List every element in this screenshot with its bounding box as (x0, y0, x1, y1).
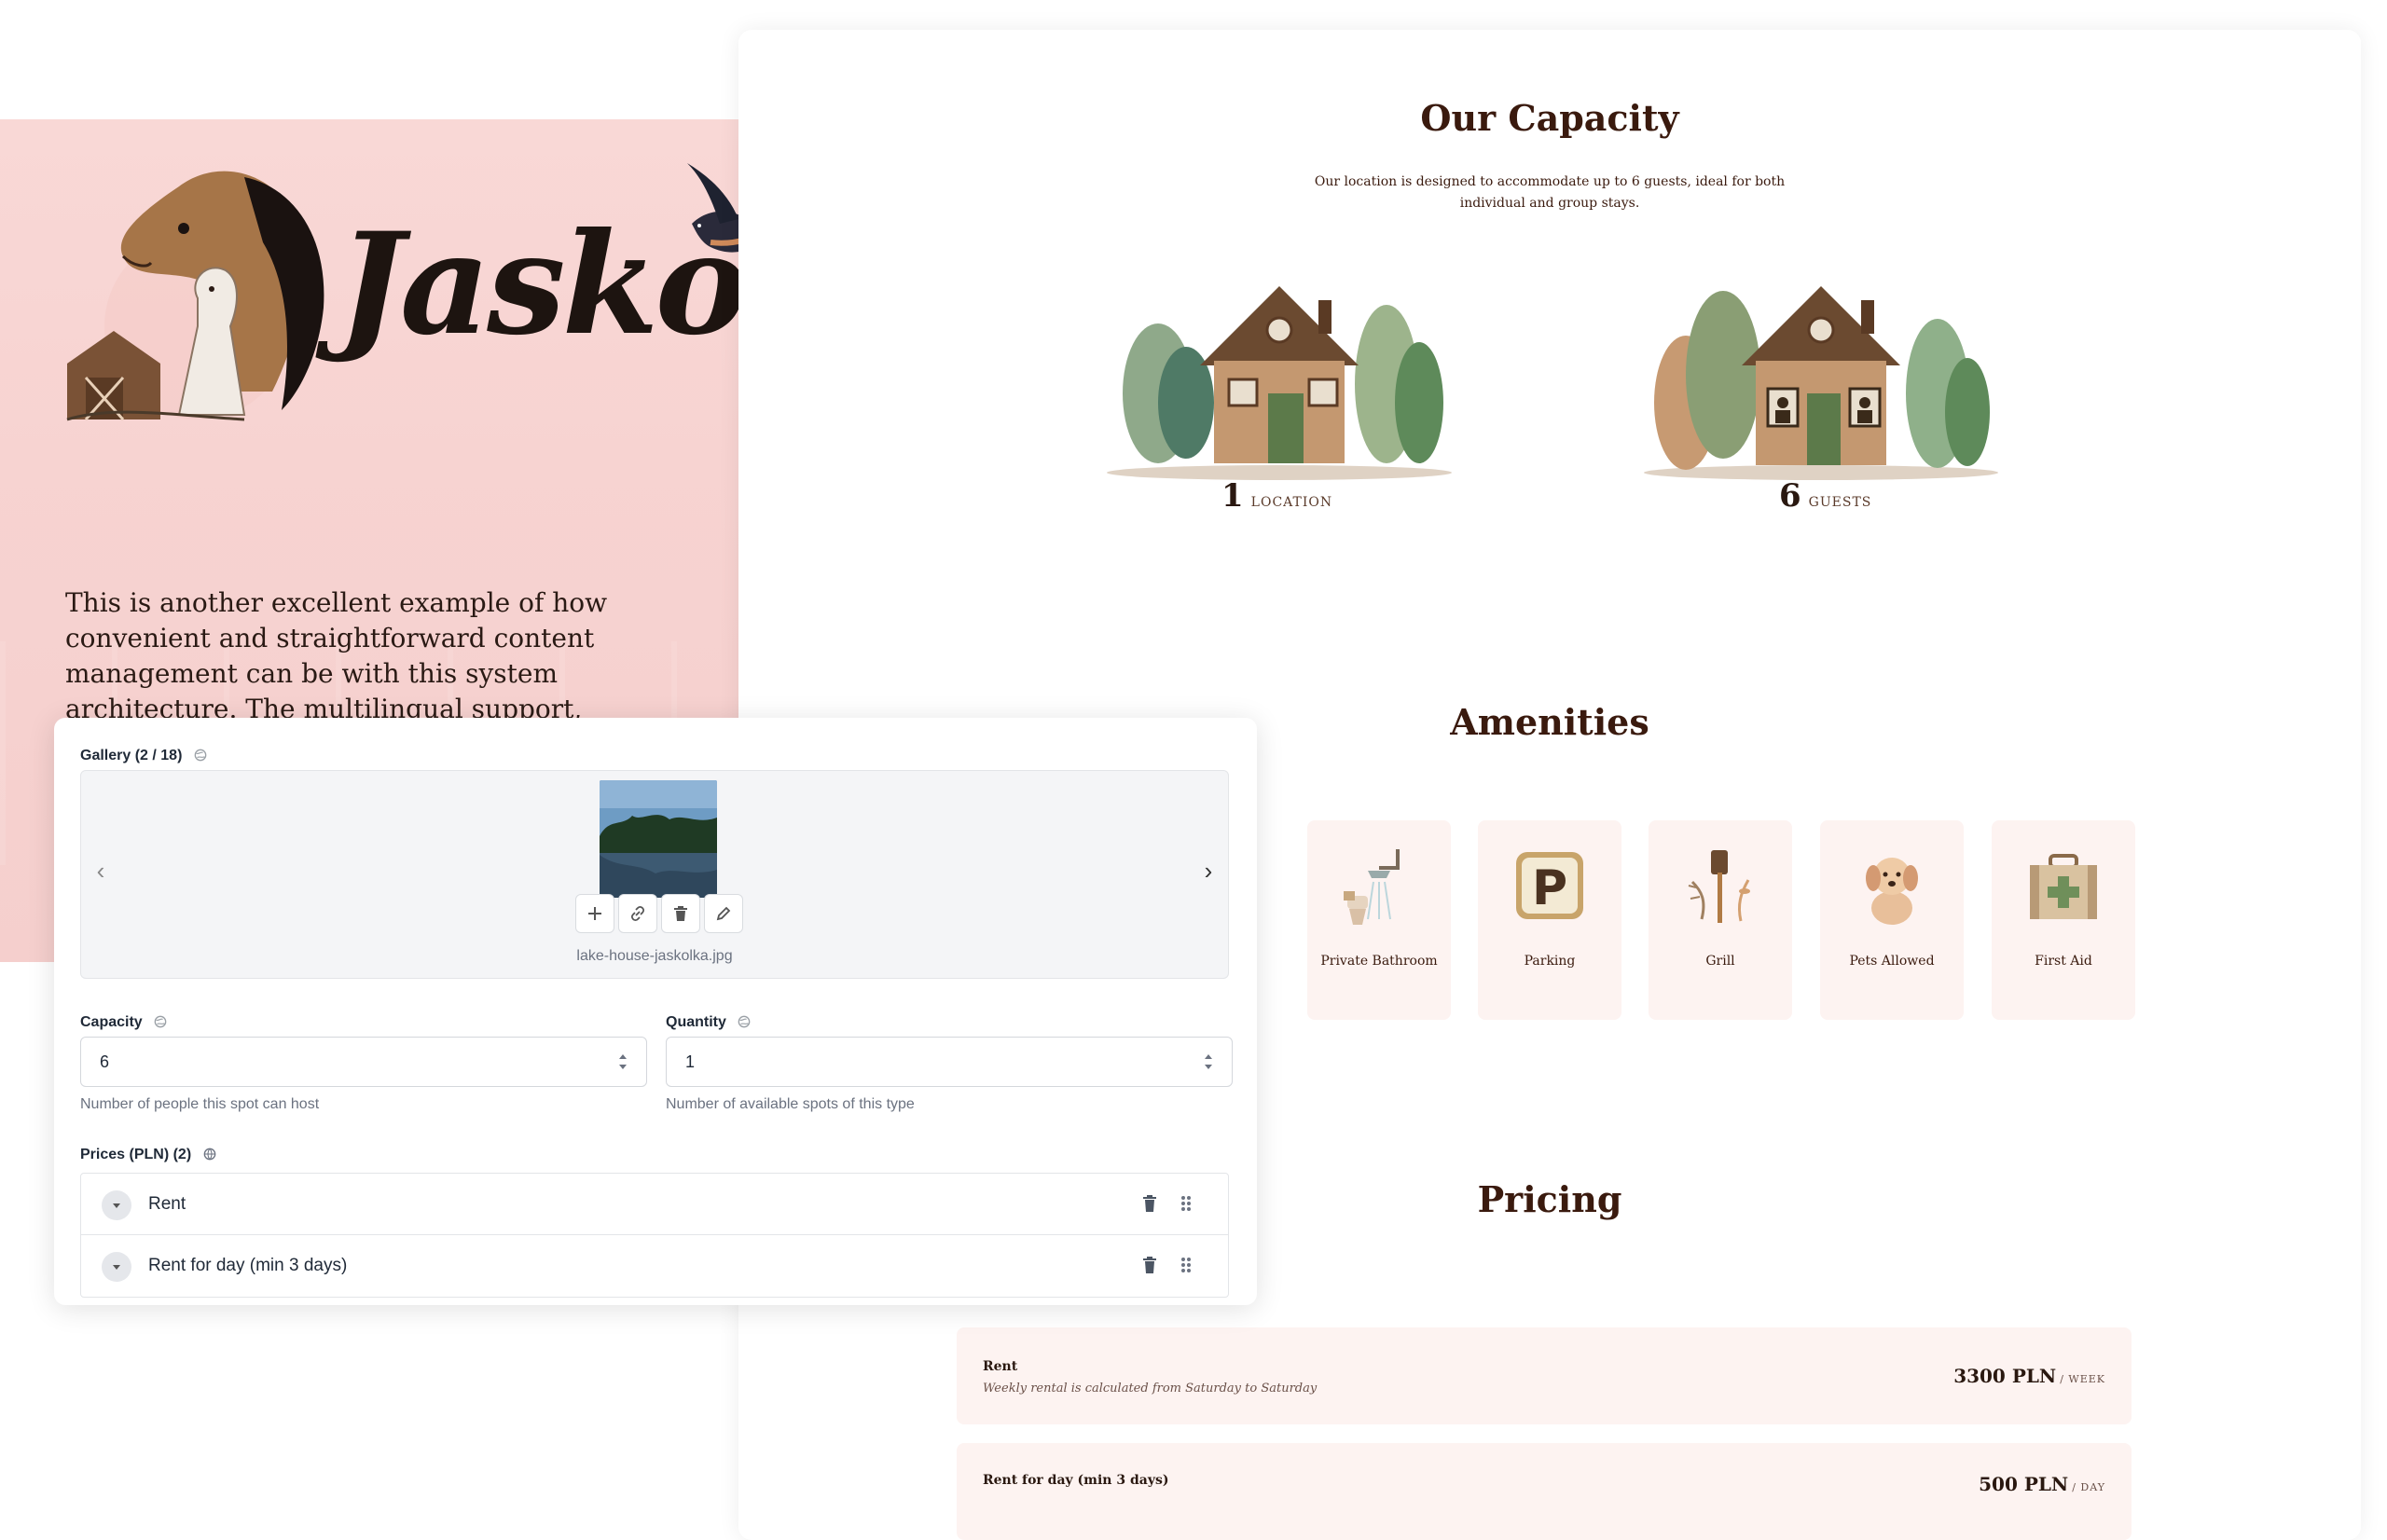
gallery-label-text: Gallery (2 / 18) (80, 748, 183, 763)
capacity-field-label: Capacity (80, 1014, 167, 1031)
expand-chevron-button[interactable] (102, 1190, 131, 1220)
amenity-label: First Aid (2035, 954, 2092, 969)
pricing-row-note: Weekly rental is calculated from Saturda… (983, 1382, 1318, 1396)
amenity-pets-allowed: Pets Allowed (1820, 820, 1964, 1020)
admin-edit-panel: Gallery (2 / 18) ‹ › lake-house-jaskolka… (54, 718, 1257, 1305)
drag-handle-icon[interactable] (1180, 1256, 1193, 1274)
capacity-input[interactable]: 6 (80, 1037, 647, 1087)
chevron-down-icon (113, 1203, 120, 1208)
capacity-stat-guests: 6 GUESTS (1779, 477, 1871, 515)
amenity-label: Private Bathroom (1320, 954, 1438, 969)
quantity-field-label: Quantity (666, 1014, 751, 1031)
amenity-parking: P Parking (1478, 820, 1621, 1020)
gallery-thumbnail[interactable] (600, 780, 717, 898)
prices-label: Prices (PLN) (2) (80, 1147, 216, 1163)
pricing-amount: 500 PLN (1979, 1473, 2069, 1495)
amenity-first-aid: First Aid (1992, 820, 2135, 1020)
grill-spatula-icon (1688, 850, 1750, 923)
quantity-field-label-text: Quantity (666, 1014, 726, 1030)
capacity-stat-location-unit: LOCATION (1250, 495, 1333, 510)
drag-handle-icon[interactable] (1180, 1194, 1193, 1213)
trash-icon (674, 906, 687, 921)
chevron-down-icon (113, 1265, 120, 1270)
capacity-hint: Number of people this spot can host (80, 1096, 320, 1112)
trash-icon[interactable] (1142, 1194, 1157, 1213)
parking-sign-icon: P (1516, 852, 1583, 919)
pricing-row-name: Rent for day (min 3 days) (983, 1473, 1169, 1488)
plus-icon (588, 907, 601, 920)
add-image-button[interactable] (575, 894, 614, 933)
translate-globe-icon[interactable] (738, 1015, 751, 1028)
pencil-icon (716, 906, 731, 921)
logo: Jaskolka (58, 149, 746, 457)
capacity-input-value: 6 (100, 1052, 110, 1071)
gallery-prev-button[interactable]: ‹ (87, 857, 115, 885)
guests-house-illustration (1644, 286, 1998, 480)
link-icon (630, 905, 645, 922)
translate-globe-icon[interactable] (194, 749, 207, 762)
pricing-period: / WEEK (2060, 1373, 2105, 1385)
lake-photo (600, 780, 717, 898)
pricing-period: / DAY (2072, 1481, 2105, 1493)
swallow-bird-icon (687, 163, 746, 253)
capacity-stat-location-value: 1 (1221, 477, 1244, 515)
pricing-row-amount: 3300 PLN / WEEK (1953, 1365, 2105, 1387)
globe-icon[interactable] (203, 1148, 216, 1161)
amenity-grill: Grill (1649, 820, 1792, 1020)
quantity-hint: Number of available spots of this type (666, 1096, 915, 1112)
number-stepper-icon[interactable] (1202, 1051, 1215, 1073)
pricing-row-name: Rent (983, 1359, 1018, 1374)
delete-image-button[interactable] (661, 894, 700, 933)
prices-label-text: Prices (PLN) (2) (80, 1147, 192, 1162)
capacity-title: Our Capacity (1420, 97, 1679, 139)
price-item-label: Rent for day (min 3 days) (148, 1256, 348, 1275)
horse-alpaca-illustration (66, 171, 324, 421)
trash-icon[interactable] (1142, 1256, 1157, 1274)
amenity-label: Parking (1524, 954, 1576, 969)
pricing-amount: 3300 PLN (1953, 1365, 2057, 1387)
pricing-row-rent: Rent Weekly rental is calculated from Sa… (957, 1327, 2132, 1424)
amenity-private-bathroom: Private Bathroom (1307, 820, 1451, 1020)
capacity-stat-guests-unit: GUESTS (1808, 495, 1872, 510)
gallery-toolbar (575, 894, 743, 933)
gallery-filename: lake-house-jaskolka.jpg (576, 948, 733, 964)
pricing-row-amount: 500 PLN / DAY (1979, 1473, 2105, 1495)
shower-toilet-icon (1344, 849, 1400, 925)
price-item-rent-day[interactable]: Rent for day (min 3 days) (80, 1234, 1229, 1298)
translate-globe-icon[interactable] (154, 1015, 167, 1028)
gallery-carousel: ‹ › lake-house-jaskolka.jpg (80, 770, 1229, 979)
quantity-input-value: 1 (685, 1052, 696, 1071)
capacity-field-label-text: Capacity (80, 1014, 143, 1030)
capacity-subtitle-line2: individual and group stays. (1459, 196, 1640, 211)
svg-text:P: P (1532, 860, 1567, 916)
price-item-label: Rent (148, 1194, 186, 1214)
capacity-subtitle: Our location is designed to accommodate … (738, 172, 2361, 214)
quantity-input[interactable]: 1 (666, 1037, 1233, 1087)
puppy-icon (1866, 858, 1918, 925)
capacity-subtitle-line1: Our location is designed to accommodate … (1314, 174, 1786, 189)
expand-chevron-button[interactable] (102, 1252, 131, 1282)
amenity-label: Grill (1705, 954, 1735, 969)
link-image-button[interactable] (618, 894, 657, 933)
gallery-label: Gallery (2 / 18) (80, 748, 207, 764)
location-house-illustration (1107, 286, 1452, 480)
edit-image-button[interactable] (704, 894, 743, 933)
capacity-stat-guests-value: 6 (1779, 477, 1801, 515)
gallery-next-button[interactable]: › (1194, 857, 1222, 885)
number-stepper-icon[interactable] (616, 1051, 629, 1073)
pricing-row-rent-day: Rent for day (min 3 days) 500 PLN / DAY (957, 1443, 2132, 1540)
price-item-rent[interactable]: Rent (80, 1173, 1229, 1236)
amenity-label: Pets Allowed (1849, 954, 1935, 969)
capacity-stat-location: 1 LOCATION (1221, 477, 1332, 515)
first-aid-kit-icon (2030, 854, 2097, 919)
